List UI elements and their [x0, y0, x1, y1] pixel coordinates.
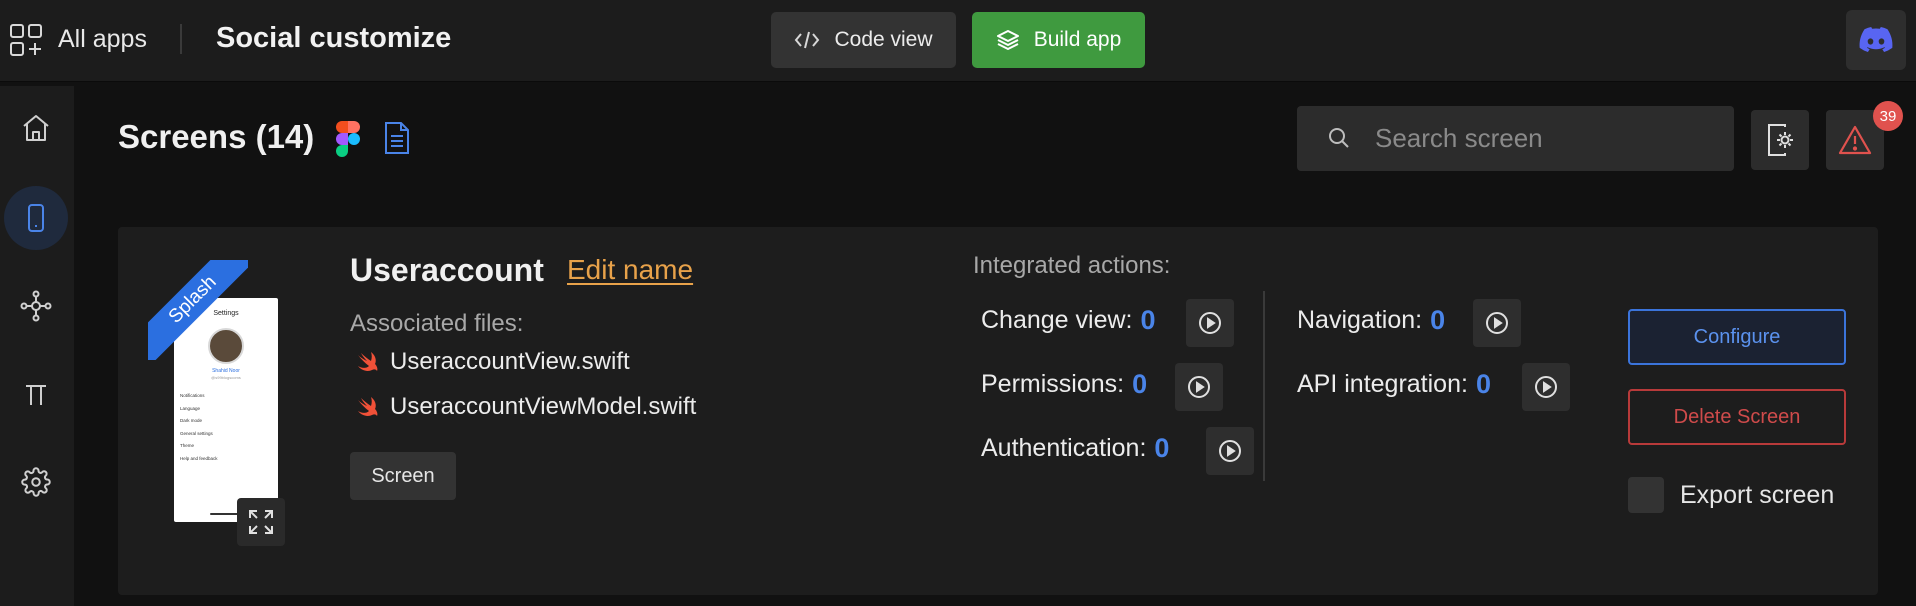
sidebar-item-screens[interactable] [4, 186, 68, 250]
settings-phone-icon [1768, 124, 1793, 156]
screen-name: Useraccount [350, 252, 544, 288]
splash-ribbon-label: Splash [148, 260, 248, 360]
top-bar: All apps Social customize Code view Buil… [0, 0, 1916, 82]
expand-preview-button[interactable] [237, 498, 285, 546]
action-label: Change view: [981, 306, 1133, 334]
sidebar-item-settings[interactable] [4, 450, 68, 514]
action-navigation: Navigation: 0 [1297, 305, 1445, 336]
play-circle-icon [1486, 312, 1508, 334]
play-circle-icon [1199, 312, 1221, 334]
play-circle-icon [1219, 440, 1241, 462]
code-view-button[interactable]: Code view [771, 12, 956, 68]
play-circle-icon [1188, 376, 1210, 398]
build-app-button[interactable]: Build app [972, 12, 1145, 68]
change-view-play-button[interactable] [1186, 299, 1234, 347]
action-authentication: Authentication: 0 [981, 433, 1169, 464]
swift-icon [358, 397, 378, 416]
app-title: Social customize [216, 22, 452, 54]
thumbnail-menu-item: Dark mode [180, 418, 203, 423]
file-name: UseraccountView.swift [390, 348, 630, 375]
action-change-view: Change view: 0 [981, 305, 1156, 336]
delete-screen-button[interactable]: Delete Screen [1628, 389, 1846, 445]
screen-type-chip[interactable]: Screen [350, 452, 456, 500]
navigation-play-button[interactable] [1473, 299, 1521, 347]
sidebar-item-variables[interactable] [4, 362, 68, 426]
actions-divider [1263, 291, 1265, 481]
configure-button[interactable]: Configure [1628, 309, 1846, 365]
file-item[interactable]: UseraccountView.swift [356, 348, 630, 376]
permissions-play-button[interactable] [1175, 363, 1223, 411]
thumbnail-menu: Notifications Language Dark mode General… [180, 390, 274, 465]
warning-icon [1838, 125, 1872, 155]
nodes-icon [20, 290, 52, 322]
action-permissions: Permissions: 0 [981, 369, 1147, 400]
action-count: 0 [1430, 305, 1446, 335]
thumbnail-handle: @s99blogscoms [211, 375, 241, 380]
file-name: UseraccountViewModel.swift [390, 393, 697, 420]
export-screen-label: Export screen [1680, 481, 1835, 509]
page-title: Screens (14) [118, 118, 315, 155]
integrated-actions-label: Integrated actions: [973, 252, 1171, 279]
thumbnail-menu-item: General settings [180, 430, 213, 436]
layers-icon [996, 30, 1019, 50]
action-count: 0 [1154, 433, 1170, 463]
pi-icon [26, 385, 46, 405]
sidebar [0, 86, 74, 606]
thumbnail-menu-item: Help and feedback [180, 455, 218, 461]
search-icon [1329, 128, 1349, 148]
gear-icon [21, 467, 51, 497]
action-count: 0 [1132, 369, 1148, 399]
authentication-play-button[interactable] [1206, 427, 1254, 475]
screen-settings-button[interactable] [1751, 110, 1809, 170]
search-box [1297, 106, 1734, 171]
action-label: Permissions: [981, 370, 1125, 398]
edit-name-link[interactable]: Edit name [567, 254, 693, 286]
thumbnail-menu-item: Theme [180, 443, 195, 448]
splash-ribbon: Splash [148, 260, 248, 360]
build-app-label: Build app [1033, 28, 1122, 51]
apps-grid-icon[interactable] [10, 24, 42, 56]
associated-files-label: Associated files: [350, 310, 524, 337]
discord-button[interactable] [1846, 10, 1906, 70]
sidebar-item-flows[interactable] [4, 274, 68, 338]
discord-icon [1859, 27, 1893, 52]
file-item[interactable]: UseraccountViewModel.swift [356, 393, 696, 421]
api-integration-play-button[interactable] [1522, 363, 1570, 411]
swift-icon [358, 352, 378, 371]
expand-icon [249, 510, 273, 534]
action-api-integration: API integration: 0 [1297, 369, 1491, 400]
thumbnail-menu-item: Notifications [180, 393, 205, 398]
search-input[interactable] [1375, 118, 1715, 158]
alert-count-badge: 39 [1873, 101, 1903, 131]
home-icon [23, 115, 49, 141]
all-apps-link[interactable]: All apps [58, 25, 147, 54]
code-icon [795, 31, 820, 49]
divider [180, 24, 182, 54]
action-count: 0 [1475, 369, 1491, 399]
action-count: 0 [1140, 305, 1156, 335]
thumbnail-user: Shahid Noor [212, 368, 240, 374]
action-label: Navigation: [1297, 306, 1423, 334]
export-screen-checkbox[interactable] [1628, 477, 1664, 513]
action-label: API integration: [1297, 370, 1468, 398]
thumbnail-menu-item: Language [180, 405, 201, 411]
play-circle-icon [1535, 376, 1557, 398]
action-label: Authentication: [981, 434, 1147, 462]
code-view-label: Code view [834, 28, 933, 51]
document-icon[interactable] [384, 121, 410, 155]
phone-icon [28, 204, 44, 232]
sidebar-item-home[interactable] [4, 96, 68, 160]
figma-icon[interactable] [336, 121, 360, 157]
